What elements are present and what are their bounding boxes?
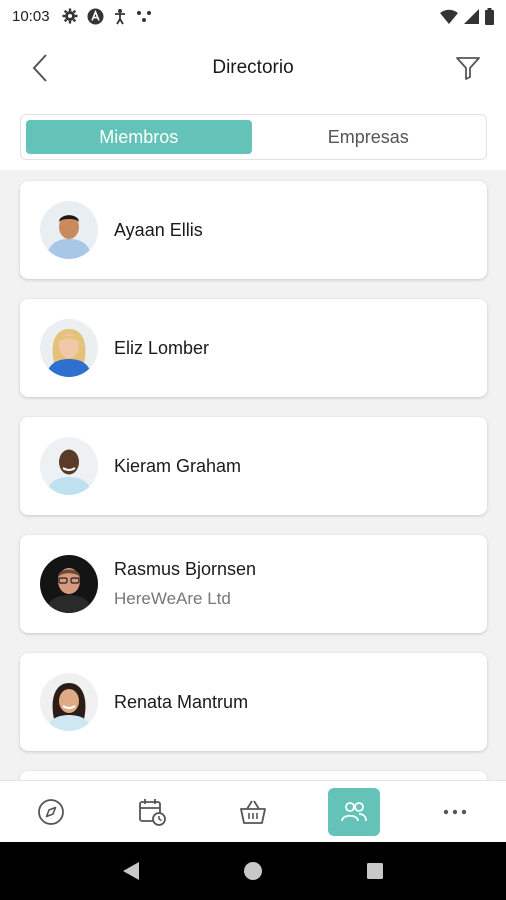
status-bar: 10:03 xyxy=(0,0,506,32)
app-logo-icon xyxy=(87,8,104,24)
avatar xyxy=(40,437,98,495)
tab-empresas[interactable]: Empresas xyxy=(256,120,482,154)
member-name: Rasmus Bjornsen xyxy=(114,559,257,579)
member-card[interactable]: Rasmus Bjornsen HereWeAre Ltd xyxy=(20,535,487,633)
member-name: Renata Mantrum xyxy=(114,691,249,712)
nav-directory[interactable] xyxy=(328,787,381,836)
member-company: HereWeAre Ltd xyxy=(114,589,231,608)
battery-icon xyxy=(485,7,494,25)
wifi-icon xyxy=(440,9,458,24)
signal-icon xyxy=(464,8,479,24)
accessibility-icon xyxy=(114,8,125,24)
member-name: Eliz Lomber xyxy=(114,337,210,358)
nav-explore[interactable] xyxy=(25,788,77,836)
page-title: Directorio xyxy=(212,57,294,78)
member-name: Kieram Graham xyxy=(114,455,242,476)
member-card[interactable]: Kieram Graham xyxy=(20,417,487,515)
calendar-clock-icon xyxy=(138,798,166,826)
member-card[interactable]: Eliz Lomber xyxy=(20,299,487,397)
avatar xyxy=(40,319,98,377)
avatar xyxy=(40,673,98,731)
status-time: 10:03 xyxy=(12,7,50,25)
more-icon xyxy=(444,809,467,814)
tabs-container: Miembros Empresas xyxy=(0,104,506,170)
recents-square-icon[interactable] xyxy=(366,862,384,880)
member-card-partial[interactable] xyxy=(20,771,487,780)
filter-icon xyxy=(456,57,480,80)
home-circle-icon[interactable] xyxy=(243,861,263,881)
bottom-nav xyxy=(0,780,506,842)
member-card[interactable]: Renata Mantrum xyxy=(20,653,487,751)
app-bar: Directorio xyxy=(0,32,506,104)
compass-icon xyxy=(37,798,64,825)
dots-status-icon xyxy=(136,11,151,22)
filter-button[interactable] xyxy=(452,50,484,86)
nav-more[interactable] xyxy=(429,788,481,836)
segmented-control: Miembros Empresas xyxy=(20,114,487,160)
tab-miembros[interactable]: Miembros xyxy=(26,120,252,154)
back-button[interactable] xyxy=(24,50,56,86)
settings-icon xyxy=(62,8,78,24)
back-triangle-icon[interactable] xyxy=(122,861,140,881)
member-list: Ayaan Ellis Eliz Lomber Kieram Graham Ra… xyxy=(0,170,506,780)
basket-icon xyxy=(240,800,266,824)
member-card[interactable]: Ayaan Ellis xyxy=(20,181,487,279)
nav-basket[interactable] xyxy=(227,788,279,836)
nav-calendar[interactable] xyxy=(126,788,178,836)
chevron-left-icon xyxy=(32,54,47,82)
member-name: Ayaan Ellis xyxy=(114,219,203,240)
system-nav-bar xyxy=(0,842,506,900)
avatar xyxy=(40,555,98,613)
avatar xyxy=(40,201,98,259)
people-icon xyxy=(341,801,368,821)
